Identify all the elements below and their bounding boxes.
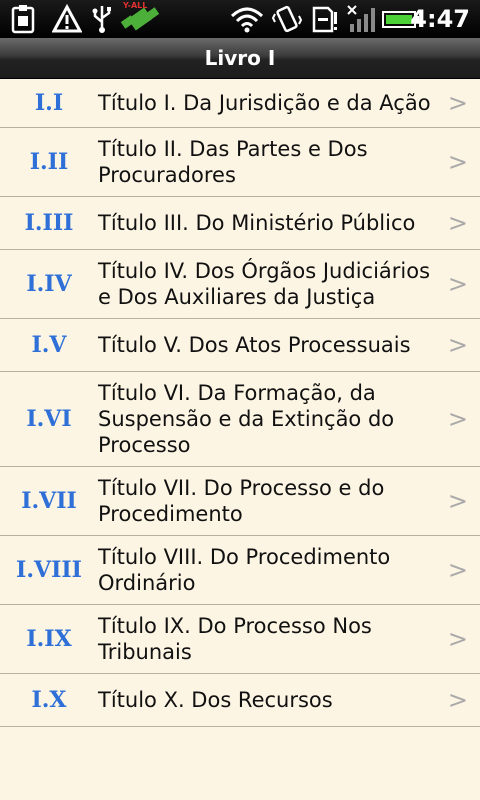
item-label: Título VI. Da Formação, da Suspensão e d… (98, 381, 395, 457)
item-label: Título I. Da Jurisdição e da Ação (98, 91, 431, 115)
item-label: Título III. Do Ministério Público (98, 211, 416, 235)
list-item-7[interactable]: I.VII Título VII. Do Processo e do Proce… (0, 467, 480, 536)
item-label: Título II. Das Partes e Dos Procuradores (98, 137, 368, 187)
chevron-right-icon: > (447, 487, 468, 515)
item-label: Título VII. Do Processo e do Procediment… (98, 476, 385, 526)
chevron-right-icon: > (447, 556, 468, 584)
chevron-right-icon: > (447, 89, 468, 117)
item-number: I.IV (26, 271, 72, 297)
item-number: I.II (29, 149, 69, 175)
item-number: I.VII (21, 488, 77, 514)
list-item-1[interactable]: I.I Título I. Da Jurisdição e da Ação > (0, 79, 480, 128)
item-number: I.IX (26, 626, 72, 652)
chevron-right-icon: > (447, 331, 468, 359)
status-bar: Y-ALL 4:47 (0, 0, 480, 38)
item-label: Título X. Dos Recursos (98, 688, 333, 712)
signal-icon (347, 5, 375, 32)
chevron-right-icon: > (447, 270, 468, 298)
chevron-right-icon: > (447, 209, 468, 237)
item-label: Título VIII. Do Procedimento Ordinário (98, 545, 391, 595)
page-title: Livro I (204, 46, 276, 70)
list-item-8[interactable]: I.VIII Título VIII. Do Procedimento Ordi… (0, 536, 480, 605)
item-label: Título V. Dos Atos Processuais (98, 333, 411, 357)
chevron-right-icon: > (447, 405, 468, 433)
item-number: I.VI (26, 406, 72, 432)
chapter-list: I.I Título I. Da Jurisdição e da Ação > … (0, 79, 480, 727)
item-label: Título IX. Do Processo Nos Tribunais (98, 614, 372, 664)
usb-icon (92, 6, 111, 33)
list-item-3[interactable]: I.III Título III. Do Ministério Público … (0, 197, 480, 250)
list-item-4[interactable]: I.IV Título IV. Dos Órgãos Judiciários e… (0, 250, 480, 319)
sd-card-icon (312, 6, 337, 33)
list-item-6[interactable]: I.VI Título VI. Da Formação, da Suspensã… (0, 372, 480, 467)
item-number: I.III (24, 210, 74, 236)
chevron-right-icon: > (447, 148, 468, 176)
item-label: Título IV. Dos Órgãos Judiciários e Dos … (98, 259, 431, 309)
list-item-9[interactable]: I.IX Título IX. Do Processo Nos Tribunai… (0, 605, 480, 674)
item-number: I.V (31, 332, 67, 358)
clock: 4:47 (410, 5, 470, 33)
vibrate-icon (272, 5, 302, 33)
item-number: I.I (34, 90, 64, 116)
list-item-5[interactable]: I.V Título V. Dos Atos Processuais > (0, 319, 480, 372)
item-number: I.VIII (16, 557, 82, 583)
warning-icon (52, 4, 82, 33)
list-item-10[interactable]: I.X Título X. Dos Recursos > (0, 674, 480, 727)
wifi-icon (230, 7, 264, 33)
list-item-2[interactable]: I.II Título II. Das Partes e Dos Procura… (0, 128, 480, 197)
title-bar: Livro I (0, 38, 480, 79)
chevron-right-icon: > (447, 625, 468, 653)
gps-badge: Y-ALL (123, 1, 148, 10)
clipboard-icon (11, 5, 35, 34)
item-number: I.X (31, 687, 67, 713)
chevron-right-icon: > (447, 686, 468, 714)
